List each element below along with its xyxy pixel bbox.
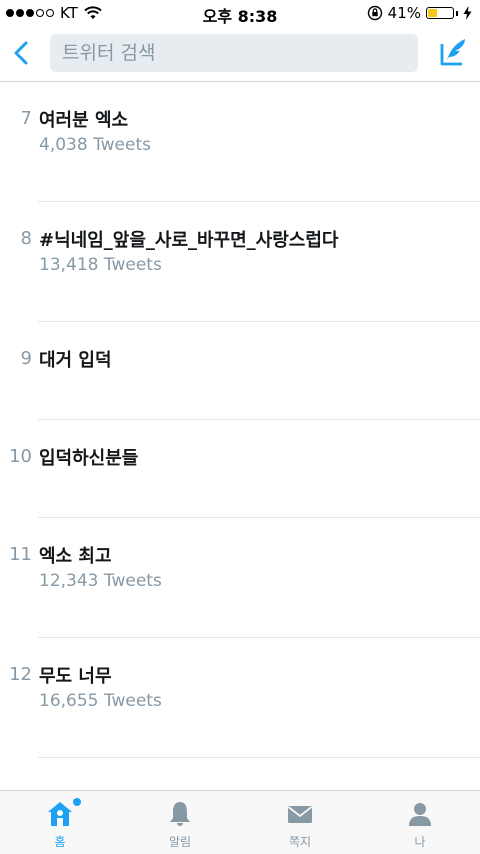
battery-tip xyxy=(456,10,458,16)
home-icon xyxy=(48,802,72,826)
trend-item[interactable]: 7 여러분 엑소 4,038 Tweets xyxy=(0,82,480,202)
chevron-left-icon xyxy=(14,41,28,65)
tab-label: 나 xyxy=(414,835,426,849)
trend-tweet-count: 13,418 Tweets xyxy=(39,255,162,275)
trend-rank: 8 xyxy=(20,228,32,249)
trend-title: 엑소 최고 xyxy=(39,546,112,567)
back-button[interactable] xyxy=(8,38,36,68)
trend-list: 7 여러분 엑소 4,038 Tweets 8 #닉네임_앞을_사로_바꾸면_사… xyxy=(0,82,480,758)
tab-label: 홈 xyxy=(54,835,66,849)
tab-notifications[interactable]: 알림 xyxy=(120,791,240,854)
trend-item[interactable]: 10 입덕하신분들 xyxy=(0,420,480,518)
trend-title: 대거 입덕 xyxy=(39,350,112,371)
tab-bar: 홈 알림 쪽지 나 xyxy=(0,790,480,854)
tab-label: 쪽지 xyxy=(288,835,312,849)
trend-rank: 7 xyxy=(20,108,32,129)
compose-tweet-icon xyxy=(440,39,465,66)
trend-rank: 11 xyxy=(9,544,32,565)
status-bar: KT 오후 8:38 41% xyxy=(0,0,480,28)
trend-title: #닉네임_앞을_사로_바꾸면_사랑스럽다 xyxy=(39,230,339,251)
navigation-bar xyxy=(0,28,480,82)
trend-rank: 12 xyxy=(9,664,32,685)
trend-title: 무도 너무 xyxy=(39,666,112,687)
battery-icon xyxy=(426,7,454,19)
search-box[interactable] xyxy=(50,34,418,72)
compose-button[interactable] xyxy=(438,36,468,68)
trend-title: 입덕하신분들 xyxy=(39,448,139,469)
tab-me[interactable]: 나 xyxy=(360,791,480,854)
trend-tweet-count: 16,655 Tweets xyxy=(39,691,162,711)
trend-rank: 10 xyxy=(9,446,32,467)
rotation-lock-icon xyxy=(367,5,382,21)
charging-bolt-icon xyxy=(463,6,472,20)
trend-title: 여러분 엑소 xyxy=(39,110,129,131)
bell-icon xyxy=(170,802,190,826)
status-right: 41% xyxy=(367,4,472,22)
tab-messages[interactable]: 쪽지 xyxy=(240,791,360,854)
notification-dot xyxy=(72,797,82,807)
tab-label: 알림 xyxy=(168,835,192,849)
trend-tweet-count: 4,038 Tweets xyxy=(39,135,151,155)
envelope-icon xyxy=(287,806,313,823)
tab-home[interactable]: 홈 xyxy=(0,791,120,854)
trend-rank: 9 xyxy=(20,348,32,369)
trend-item[interactable]: 12 무도 너무 16,655 Tweets xyxy=(0,638,480,758)
trend-item[interactable]: 8 #닉네임_앞을_사로_바꾸면_사랑스럽다 13,418 Tweets xyxy=(0,202,480,322)
trend-item[interactable]: 9 대거 입덕 xyxy=(0,322,480,420)
battery-percent: 41% xyxy=(387,4,421,22)
person-icon xyxy=(409,803,431,826)
search-input[interactable] xyxy=(50,34,418,72)
divider xyxy=(38,757,480,758)
trend-tweet-count: 12,343 Tweets xyxy=(39,571,162,591)
trend-item[interactable]: 11 엑소 최고 12,343 Tweets xyxy=(0,518,480,638)
